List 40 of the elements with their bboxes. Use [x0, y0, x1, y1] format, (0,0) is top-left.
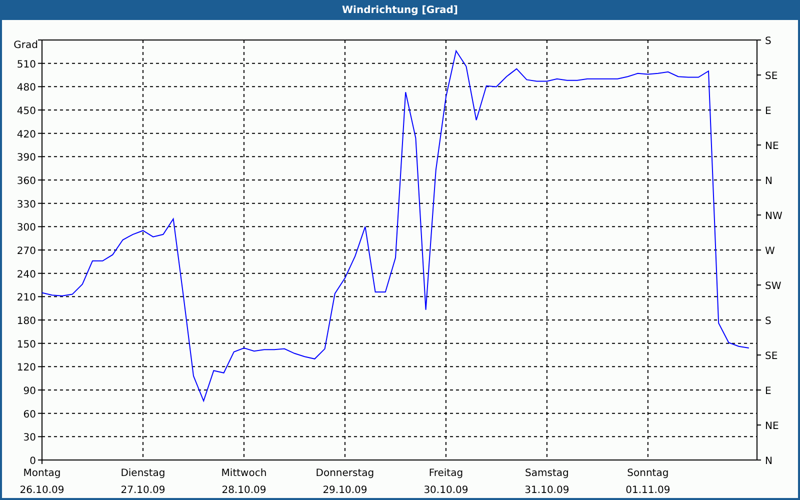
axis-label: 300 [16, 222, 36, 234]
axis-label: SW [765, 281, 782, 292]
axis-label: W [765, 246, 775, 257]
axis-label: 360 [16, 176, 36, 187]
axis-label: S [765, 316, 772, 327]
axis-label: Samstag 31.10.09 [524, 468, 570, 496]
axis-label: 180 [16, 316, 36, 327]
axis-label: 210 [16, 292, 36, 304]
axis-label: 60 [23, 409, 36, 420]
axis-label: 270 [16, 246, 36, 257]
axis-label: SE [765, 71, 778, 82]
axis-label: S [765, 36, 772, 47]
axis-label: 450 [16, 106, 36, 117]
axis-label: 90 [23, 386, 36, 397]
axis-label: 0 [30, 456, 36, 467]
axis-label: 330 [16, 199, 36, 210]
axis-label: Dienstag 27.10.09 [120, 468, 166, 496]
axis-label: 30 [23, 432, 36, 444]
axis-label: 240 [16, 269, 36, 280]
axis-label: NW [765, 211, 782, 222]
axis-label: 510 [16, 59, 36, 70]
axis-title: Grad [14, 40, 38, 51]
axis-label: SE [765, 351, 778, 362]
axis-label: 420 [16, 129, 36, 140]
axis-label: Donnerstag 29.10.09 [316, 468, 374, 496]
axis-label: N [765, 456, 772, 467]
axis-label: E [765, 106, 772, 117]
axis-label: 150 [16, 339, 36, 350]
axis-label: NE [765, 421, 779, 432]
axis-label: NE [765, 141, 779, 152]
axis-label: E [765, 386, 772, 397]
axis-label: 390 [16, 152, 36, 164]
axis-label: 480 [16, 82, 36, 94]
axis-label: Sonntag 01.11.09 [626, 468, 670, 496]
axis-label: N [765, 176, 772, 187]
axis-label: Freitag 30.10.09 [424, 468, 468, 496]
axis-label: Mittwoch 28.10.09 [221, 468, 267, 496]
axis-label: 120 [16, 362, 36, 374]
axis-label: Montag 26.10.09 [20, 468, 64, 496]
chart-title: Windrichtung [Grad] [342, 4, 458, 16]
